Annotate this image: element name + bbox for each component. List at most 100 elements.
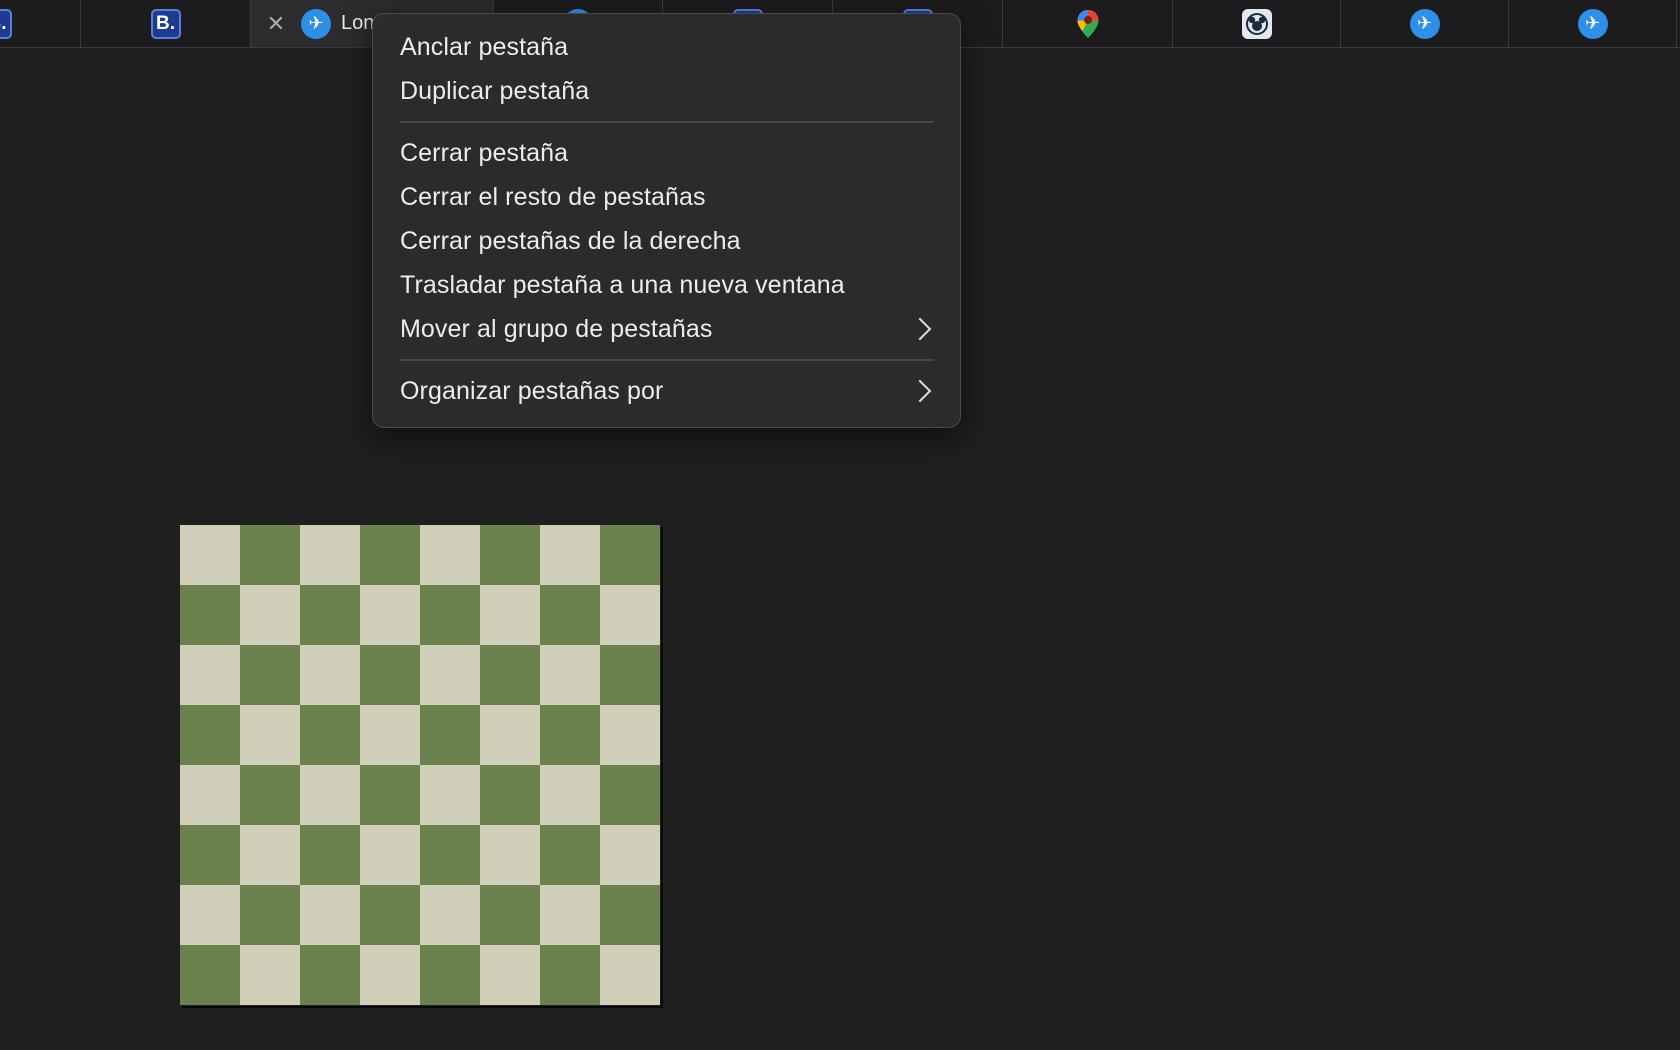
menu-item-label: Duplicar pestaña bbox=[400, 76, 590, 105]
board-square[interactable] bbox=[600, 945, 660, 1005]
board-square[interactable] bbox=[540, 705, 600, 765]
board-square[interactable] bbox=[180, 645, 240, 705]
board-square[interactable] bbox=[240, 945, 300, 1005]
board-square[interactable] bbox=[300, 585, 360, 645]
tab-context-menu: Anclar pestaña Duplicar pestaña Cerrar p… bbox=[372, 13, 961, 428]
board-square[interactable] bbox=[540, 645, 600, 705]
menu-item-label: Cerrar pestaña bbox=[400, 138, 569, 167]
menu-item-label: Anclar pestaña bbox=[400, 32, 569, 61]
board-square[interactable] bbox=[300, 765, 360, 825]
board-square[interactable] bbox=[420, 945, 480, 1005]
board-square[interactable] bbox=[600, 525, 660, 585]
board-square[interactable] bbox=[180, 885, 240, 945]
board-square[interactable] bbox=[540, 525, 600, 585]
tab-booking-partial[interactable]: B. bbox=[0, 0, 81, 47]
menu-item-label: Mover al grupo de pestañas bbox=[400, 314, 713, 343]
board-square[interactable] bbox=[540, 585, 600, 645]
tab-title: Lon bbox=[341, 12, 375, 34]
tab-disney[interactable] bbox=[1173, 0, 1341, 47]
board-square[interactable] bbox=[300, 705, 360, 765]
board-square[interactable] bbox=[240, 825, 300, 885]
board-square[interactable] bbox=[420, 525, 480, 585]
board-square[interactable] bbox=[300, 945, 360, 1005]
board-square[interactable] bbox=[480, 645, 540, 705]
disney-icon bbox=[1241, 8, 1272, 39]
board-square[interactable] bbox=[240, 705, 300, 765]
board-square[interactable] bbox=[420, 885, 480, 945]
board-square[interactable] bbox=[600, 825, 660, 885]
board-square[interactable] bbox=[240, 645, 300, 705]
menu-item-pin-tab[interactable]: Anclar pestaña bbox=[373, 25, 960, 69]
menu-item-label: Cerrar pestañas de la derecha bbox=[400, 226, 741, 255]
board-square[interactable] bbox=[300, 825, 360, 885]
board-square[interactable] bbox=[180, 765, 240, 825]
board-square[interactable] bbox=[540, 825, 600, 885]
board-square[interactable] bbox=[420, 825, 480, 885]
board-square[interactable] bbox=[360, 765, 420, 825]
menu-item-close-other-tabs[interactable]: Cerrar el resto de pestañas bbox=[373, 175, 960, 219]
close-icon[interactable]: ✕ bbox=[265, 11, 287, 37]
board-square[interactable] bbox=[480, 825, 540, 885]
board-square[interactable] bbox=[360, 525, 420, 585]
board-square[interactable] bbox=[420, 705, 480, 765]
menu-separator bbox=[400, 359, 934, 361]
board-square[interactable] bbox=[360, 645, 420, 705]
board-square[interactable] bbox=[300, 645, 360, 705]
board-square[interactable] bbox=[600, 705, 660, 765]
booking-icon: B. bbox=[150, 8, 181, 39]
board-square[interactable] bbox=[180, 585, 240, 645]
board-square[interactable] bbox=[420, 765, 480, 825]
board-square[interactable] bbox=[240, 525, 300, 585]
menu-item-label: Cerrar el resto de pestañas bbox=[400, 182, 706, 211]
board-square[interactable] bbox=[360, 885, 420, 945]
plane-icon: ✈ bbox=[301, 8, 331, 39]
board-square[interactable] bbox=[480, 945, 540, 1005]
board-square[interactable] bbox=[360, 825, 420, 885]
google-maps-icon bbox=[1073, 9, 1103, 39]
board-square[interactable] bbox=[420, 585, 480, 645]
menu-item-move-to-tab-group[interactable]: Mover al grupo de pestañas bbox=[373, 307, 960, 351]
board-square[interactable] bbox=[480, 585, 540, 645]
menu-item-close-tab[interactable]: Cerrar pestaña bbox=[373, 131, 960, 175]
board-square[interactable] bbox=[540, 945, 600, 1005]
board-square[interactable] bbox=[240, 585, 300, 645]
board-square[interactable] bbox=[480, 525, 540, 585]
tab-plane[interactable]: ✈ bbox=[1341, 0, 1509, 47]
board-square[interactable] bbox=[540, 885, 600, 945]
board-square[interactable] bbox=[240, 885, 300, 945]
board-square[interactable] bbox=[180, 825, 240, 885]
menu-item-sort-tabs-by[interactable]: Organizar pestañas por bbox=[373, 369, 960, 413]
board-square[interactable] bbox=[180, 945, 240, 1005]
chessboard[interactable] bbox=[180, 525, 661, 1006]
tab-google-maps[interactable] bbox=[1003, 0, 1173, 47]
board-square[interactable] bbox=[180, 705, 240, 765]
board-square[interactable] bbox=[180, 525, 240, 585]
chevron-right-icon bbox=[908, 379, 932, 403]
board-square[interactable] bbox=[420, 645, 480, 705]
menu-item-label: Trasladar pestaña a una nueva ventana bbox=[400, 270, 845, 299]
menu-item-move-to-new-window[interactable]: Trasladar pestaña a una nueva ventana bbox=[373, 263, 960, 307]
board-square[interactable] bbox=[600, 885, 660, 945]
board-square[interactable] bbox=[540, 765, 600, 825]
plane-icon: ✈ bbox=[1577, 8, 1608, 39]
menu-item-close-tabs-right[interactable]: Cerrar pestañas de la derecha bbox=[373, 219, 960, 263]
board-square[interactable] bbox=[480, 765, 540, 825]
board-square[interactable] bbox=[600, 765, 660, 825]
board-square[interactable] bbox=[360, 705, 420, 765]
board-square[interactable] bbox=[300, 525, 360, 585]
tab-plane[interactable]: ✈ bbox=[1509, 0, 1677, 47]
board-square[interactable] bbox=[600, 585, 660, 645]
board-square[interactable] bbox=[240, 765, 300, 825]
menu-separator bbox=[400, 121, 934, 123]
board-square[interactable] bbox=[300, 885, 360, 945]
booking-icon: B. bbox=[0, 8, 12, 39]
board-square[interactable] bbox=[360, 585, 420, 645]
menu-item-label: Organizar pestañas por bbox=[400, 376, 664, 405]
booking-badge: B. bbox=[156, 12, 175, 34]
menu-item-duplicate-tab[interactable]: Duplicar pestaña bbox=[373, 69, 960, 113]
board-square[interactable] bbox=[600, 645, 660, 705]
tab-booking[interactable]: B. bbox=[81, 0, 251, 47]
board-square[interactable] bbox=[360, 945, 420, 1005]
board-square[interactable] bbox=[480, 885, 540, 945]
board-square[interactable] bbox=[480, 705, 540, 765]
